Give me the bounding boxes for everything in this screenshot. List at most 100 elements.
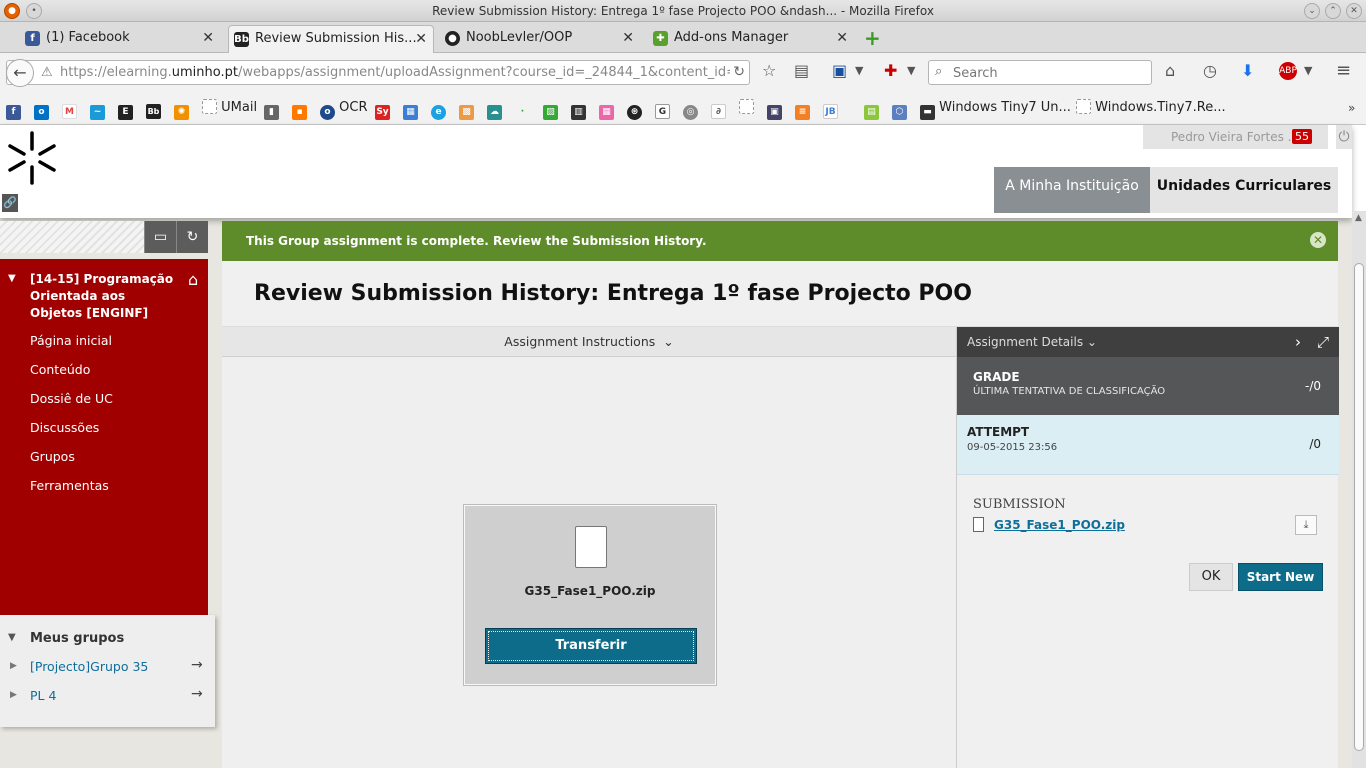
bookmark-icon[interactable]: ≡ [795,99,810,120]
assignment-details-header[interactable]: Assignment Details ⌄ › ⤢ [957,327,1339,357]
bookmark-icon[interactable]: ∂ [711,99,726,119]
tab-facebook[interactable]: f (1) Facebook ✕ [20,25,220,53]
tab-unidades-curriculares[interactable]: Unidades Curriculares [1150,167,1338,213]
bookmark-icon[interactable]: ⬡ [892,99,907,120]
history-icon[interactable]: ◷ [1203,61,1217,81]
bookmark-icon[interactable]: ✺ [174,99,189,120]
download-button[interactable]: Transferir [485,628,697,664]
user-menu[interactable]: Pedro Vieira Fortes . 55 [1143,125,1328,149]
bookmark-icon[interactable]: JB [823,99,838,119]
bookmark-icon[interactable]: ▥ [571,99,586,120]
home-icon[interactable]: ⌂ [1165,61,1175,81]
arrow-right-icon[interactable]: → [191,657,203,673]
more-bookmarks-icon[interactable]: » [1348,99,1355,117]
ok-button[interactable]: OK [1189,563,1233,591]
chevron-down-icon[interactable]: ▼ [1304,61,1312,81]
url-text[interactable]: https://elearning.uminho.pt/webapps/assi… [60,65,730,80]
bookmark-windows-tiny7-un[interactable]: ▬ Windows Tiny7 Un... [920,99,1071,120]
chevron-right-icon[interactable]: › [1295,327,1301,357]
url-bar[interactable]: ← ⚠ https://elearning.uminho.pt/webapps/… [6,59,750,87]
link-icon[interactable]: 🔗 [2,194,18,212]
tab-close-icon[interactable]: ✕ [202,25,214,51]
reading-list-icon[interactable]: ▤ [794,61,809,81]
sidebar-item-discussoes[interactable]: Discussões [30,420,99,435]
bookmark-umail[interactable]: UMail [202,99,257,117]
bookmark-icon[interactable]: ▮ [264,99,279,120]
bookmark-icon[interactable]: ▪ [292,99,307,120]
new-tab-icon[interactable]: + [864,26,881,50]
close-icon[interactable]: ✕ [1310,232,1326,248]
sidebar-item-grupos[interactable]: Grupos [30,449,75,464]
sidebar-item-dossie[interactable]: Dossiê de UC [30,391,113,406]
page-scrollbar[interactable]: ▲ [1352,211,1366,768]
blackboard-bookmark-icon[interactable]: Bb [146,99,161,119]
download-icon[interactable]: ⤓ [1295,515,1317,535]
submission-file-link[interactable]: G35_Fase1_POO.zip [994,518,1125,532]
scrollbar-thumb[interactable] [1354,263,1364,751]
bookmark-icon[interactable]: e [431,99,446,120]
search-input[interactable]: ⌕ Search [928,60,1152,85]
tab-github[interactable]: ● NoobLevler/OOP ✕ [440,25,640,53]
back-arrow-icon[interactable]: ← [6,59,34,87]
bookmark-star-icon[interactable]: ☆ [762,61,776,81]
sidebar-item-pagina-inicial[interactable]: Página inicial [30,333,112,348]
bookmark-windows-tiny7-re[interactable]: Windows.Tiny7.Re... [1076,99,1226,117]
logout-icon[interactable]: ⏻ [1336,125,1352,149]
menu-icon[interactable]: ≡ [1336,61,1351,81]
tab-close-icon[interactable]: ✕ [622,25,634,51]
bookmark-icon[interactable]: G [655,99,670,119]
tab-addons[interactable]: ✚ Add-ons Manager ✕ [648,25,854,53]
attempt-panel[interactable]: ATTEMPT 09-05-2015 23:56 /0 [957,415,1339,475]
chevron-down-icon[interactable]: ▼ [855,61,863,81]
sidebar-item-conteudo[interactable]: Conteúdo [30,362,90,377]
tab-minha-instituicao[interactable]: A Minha Instituição [994,167,1150,213]
expand-arrow-icon[interactable]: ▶ [10,690,17,700]
close-window-icon[interactable]: ✕ [1346,3,1362,19]
start-new-button[interactable]: Start New [1238,563,1323,591]
minimize-icon[interactable]: ⌄ [1304,3,1320,19]
tab-close-icon[interactable]: ✕ [415,26,427,52]
arrow-right-icon[interactable]: → [191,686,203,702]
bookmark-icon[interactable]: ▤ [864,99,879,120]
bookmark-icon[interactable]: ☁ [487,99,502,120]
sidebar-item-ferramentas[interactable]: Ferramentas [30,478,109,493]
bookmark-icon[interactable]: ⊛ [627,99,642,120]
bookmark-icon[interactable]: ▦ [599,99,614,120]
bookmark-icon[interactable]: ~ [90,99,105,120]
bookmark-icon[interactable]: · [515,99,530,117]
bookmark-icon[interactable]: ▩ [459,99,474,120]
bookmark-icon[interactable]: ▦ [403,99,418,120]
course-title[interactable]: [14-15] Programação Orientada aos Objeto… [30,271,180,322]
bookmark-icon[interactable]: ▣ [767,99,782,120]
collapse-arrow-icon[interactable]: ▼ [8,632,16,643]
scroll-up-icon[interactable]: ▲ [1355,213,1362,223]
chevron-down-icon[interactable]: ▼ [907,61,915,81]
bookmark-icon[interactable]: ◎ [683,99,698,120]
collapse-arrow-icon[interactable]: ▼ [8,273,16,284]
bookmark-ocr[interactable]: o OCR [320,99,367,120]
gmail-bookmark-icon[interactable]: M [62,99,77,119]
reload-icon[interactable]: ↻ [733,64,745,80]
tab-close-icon[interactable]: ✕ [836,25,848,51]
warning-icon[interactable]: ⚠ [41,65,53,80]
adblock-icon[interactable]: ABP [1279,62,1297,80]
facebook-bookmark-icon[interactable]: f [6,99,21,120]
tab-review-submission[interactable]: Bb Review Submission His... ✕ [228,25,434,53]
folder-view-icon[interactable]: ▭ [144,221,176,253]
assignment-instructions-toggle[interactable]: Assignment Instructions ⌄ [222,327,956,357]
addon-icon[interactable]: ✚ [884,61,897,81]
refresh-icon[interactable]: ↻ [176,221,208,253]
bookmark-icon[interactable] [739,99,754,117]
expand-icon[interactable]: ⤢ [1317,327,1329,357]
bookmark-icon[interactable]: Sy [375,99,390,120]
group-link-pl-4[interactable]: PL 4 [30,688,56,703]
bookmark-icon[interactable]: E [118,99,133,120]
save-icon[interactable]: ▣ [832,61,847,81]
maximize-icon[interactable]: ⌃ [1325,3,1341,19]
bookmark-icon[interactable]: ▨ [543,99,558,120]
download-icon[interactable]: ⬇ [1241,61,1254,81]
outlook-bookmark-icon[interactable]: o [34,99,49,120]
expand-arrow-icon[interactable]: ▶ [10,661,17,671]
home-icon[interactable]: ⌂ [188,270,198,289]
group-link-projecto-grupo-35[interactable]: [Projecto]Grupo 35 [30,659,148,674]
